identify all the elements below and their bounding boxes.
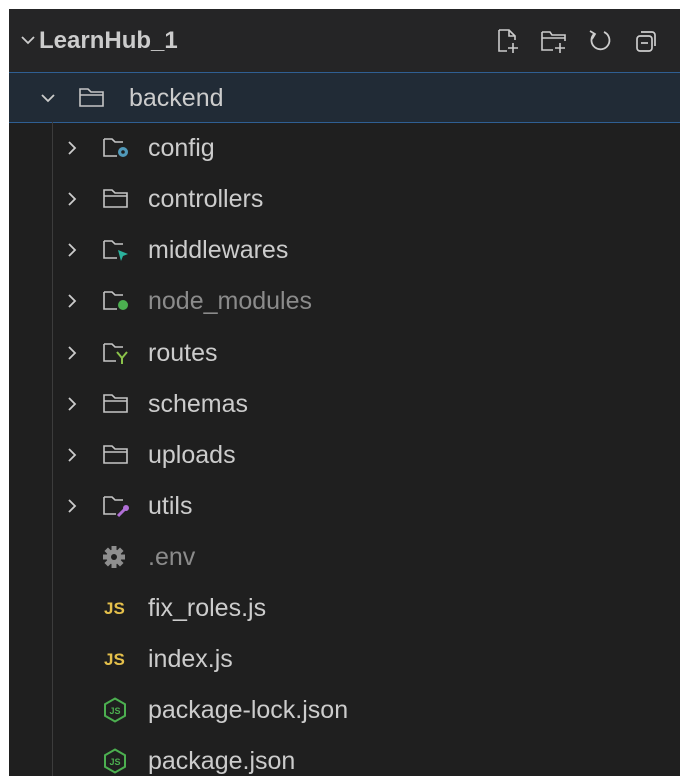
tree-item-schemas[interactable]: schemas xyxy=(9,379,680,430)
chevron-right-icon[interactable] xyxy=(63,292,81,310)
workspace-title: LearnHub_1 xyxy=(39,27,178,54)
tree-item-label: uploads xyxy=(148,441,236,469)
nodejs-icon: JS xyxy=(104,748,126,774)
tree-item-label: backend xyxy=(129,84,224,112)
tree-item-backend[interactable]: backend xyxy=(9,72,680,123)
chevron-right-icon[interactable] xyxy=(63,446,81,464)
chevron-down-icon[interactable] xyxy=(39,89,57,107)
explorer-panel: LearnHub_1 backend config controllers mi… xyxy=(9,9,680,776)
chevron-right-icon[interactable] xyxy=(63,139,81,157)
explorer-header[interactable]: LearnHub_1 xyxy=(9,9,680,72)
chevron-right-icon[interactable] xyxy=(63,497,81,515)
folder-icon xyxy=(79,88,104,107)
node-modules-folder-icon xyxy=(103,291,128,310)
explorer-actions xyxy=(492,25,662,57)
tree-item-label: node_modules xyxy=(148,287,313,315)
refresh-button[interactable] xyxy=(584,25,616,57)
svg-text:JS: JS xyxy=(109,706,120,716)
chevron-right-icon[interactable] xyxy=(63,395,81,413)
tree-item-controllers[interactable]: controllers xyxy=(9,174,680,225)
chevron-right-icon[interactable] xyxy=(63,190,81,208)
collapse-all-icon xyxy=(636,31,656,52)
tree-item-label: controllers xyxy=(148,185,264,213)
tree-item-utils[interactable]: utils xyxy=(9,481,680,532)
tree-item-label: package.json xyxy=(148,747,296,775)
refresh-icon xyxy=(589,30,611,51)
folder-icon xyxy=(103,189,128,208)
routes-folder-icon xyxy=(103,343,128,364)
middleware-folder-icon xyxy=(103,240,128,261)
tree-item-label: fix_roles.js xyxy=(148,594,267,622)
tree-item-routes[interactable]: routes xyxy=(9,328,680,379)
javascript-icon: JS xyxy=(104,599,125,618)
tree-item-fix-roles-js[interactable]: JS fix_roles.js xyxy=(9,583,680,634)
gear-icon xyxy=(103,546,125,568)
tree-item-config[interactable]: config xyxy=(9,123,680,174)
chevron-down-icon[interactable] xyxy=(19,31,37,49)
chevron-right-icon[interactable] xyxy=(63,241,81,259)
utils-folder-icon xyxy=(103,496,129,518)
tree-item-label: routes xyxy=(148,339,218,367)
tree-item-label: config xyxy=(148,134,215,162)
tree-item-label: utils xyxy=(148,492,193,520)
collapse-all-button[interactable] xyxy=(630,25,662,57)
new-folder-icon xyxy=(541,31,566,53)
new-folder-button[interactable] xyxy=(538,25,570,57)
tree-item-label: package-lock.json xyxy=(148,696,349,724)
svg-text:JS: JS xyxy=(109,757,120,767)
tree-item-middlewares[interactable]: middlewares xyxy=(9,225,680,276)
folder-icon xyxy=(103,445,128,464)
config-folder-icon xyxy=(103,138,128,157)
nodejs-icon: JS xyxy=(104,697,126,723)
tree-item-uploads[interactable]: uploads xyxy=(9,430,680,481)
new-file-button[interactable] xyxy=(492,25,524,57)
tree-item-label: schemas xyxy=(148,390,249,418)
tree-item-node-modules[interactable]: node_modules xyxy=(9,276,680,327)
tree-item-package-lock-json[interactable]: JS package-lock.json xyxy=(9,685,680,736)
new-file-icon xyxy=(498,29,518,53)
tree-item-package-json[interactable]: JS package.json xyxy=(9,736,680,776)
javascript-icon: JS xyxy=(104,650,125,669)
tree-item-env[interactable]: .env xyxy=(9,532,680,583)
folder-icon xyxy=(103,394,128,413)
tree-item-label: index.js xyxy=(148,645,233,673)
tree-item-index-js[interactable]: JS index.js xyxy=(9,634,680,685)
tree-item-label: .env xyxy=(148,543,196,571)
tree-item-label: middlewares xyxy=(148,236,289,264)
chevron-right-icon[interactable] xyxy=(63,344,81,362)
